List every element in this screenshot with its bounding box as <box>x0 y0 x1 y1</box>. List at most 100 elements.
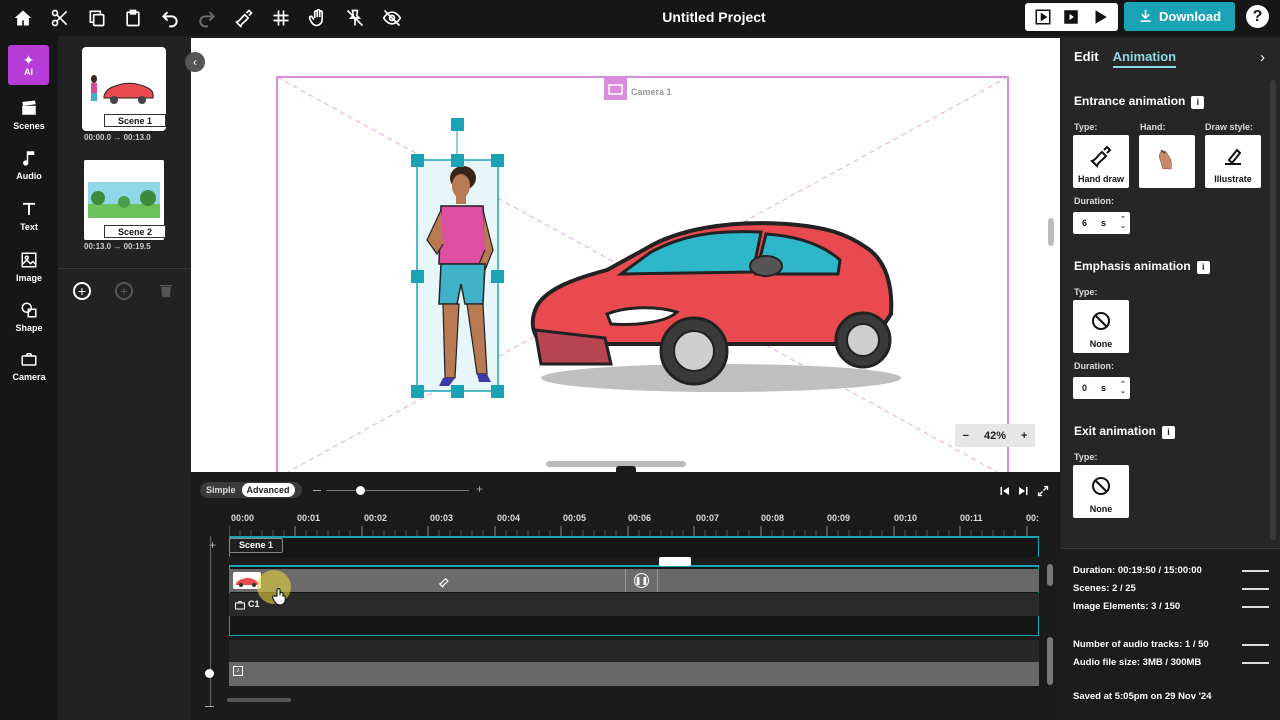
entrance-duration-input[interactable]: 6 s ⌃ ⌄ <box>1073 212 1130 234</box>
hide-icon[interactable] <box>380 6 404 30</box>
emphasis-pause-block[interactable]: ❚❚ <box>625 569 658 592</box>
element-track[interactable]: ❚❚ <box>229 569 1039 592</box>
download-button[interactable]: Download <box>1124 2 1235 31</box>
project-stats: Duration: 00:19:50 / 15:00:00 Scenes: 2 … <box>1061 548 1280 720</box>
timeline-zoom-thumb[interactable] <box>356 486 365 495</box>
nav-audio[interactable]: Audio <box>0 142 58 188</box>
mode-toggle[interactable]: Simple Advanced <box>200 482 302 498</box>
preview-scene-icon[interactable] <box>1032 6 1054 28</box>
woman-figure <box>416 159 499 392</box>
entrance-hand-label: Hand: <box>1140 122 1166 132</box>
delete-scene-icon[interactable] <box>158 283 174 304</box>
add-scene-icon[interactable]: + <box>73 282 91 300</box>
mode-simple[interactable]: Simple <box>200 485 242 495</box>
vertical-zoom-thumb[interactable] <box>205 669 214 678</box>
cut-icon[interactable] <box>48 6 72 30</box>
zoom-minus-icon[interactable] <box>313 490 321 491</box>
nav-scenes-label: Scenes <box>13 121 45 131</box>
tab-edit[interactable]: Edit <box>1074 49 1099 68</box>
info-icon[interactable]: i <box>1196 261 1210 274</box>
timeline-resize-handle[interactable] <box>616 466 636 473</box>
hand-image-icon <box>1155 147 1179 173</box>
draw-style-option[interactable]: Illustrate <box>1205 135 1261 188</box>
help-button[interactable]: ? <box>1246 5 1269 28</box>
audio-clip-icon: ♪ <box>233 666 243 676</box>
unpin-icon[interactable] <box>343 6 367 30</box>
hand-draw-icon[interactable] <box>232 6 256 30</box>
zoom-in-button[interactable]: + <box>1021 430 1027 442</box>
emphasis-duration-label: Duration: <box>1074 361 1114 371</box>
timeline-scene-tag[interactable]: Scene 1 <box>229 538 283 553</box>
zoom-plus-icon[interactable]: + <box>476 482 483 496</box>
tick-10: 00:10 <box>894 513 918 523</box>
info-icon[interactable]: i <box>1191 96 1205 109</box>
skip-start-icon[interactable] <box>999 484 1011 502</box>
emphasis-type-option[interactable]: None <box>1073 300 1129 353</box>
collapse-panel-button[interactable]: ‹ <box>185 52 205 72</box>
canvas-v-scroll <box>1048 218 1054 246</box>
playhead-track[interactable] <box>229 557 1039 567</box>
grid-icon[interactable] <box>269 6 293 30</box>
nav-image[interactable]: Image <box>0 244 58 290</box>
camera-label: Camera 1 <box>631 87 672 97</box>
paste-icon[interactable] <box>121 6 145 30</box>
preview-from-here-icon[interactable] <box>1060 6 1082 28</box>
emphasis-type-value: None <box>1089 339 1113 349</box>
stat-audio-size: Audio file size: 3MB / 300MB <box>1073 657 1202 668</box>
timeline-h-scroll[interactable] <box>227 698 291 702</box>
timeline-zoom-slider[interactable] <box>326 490 469 491</box>
scene-2-start: 00:13.0 <box>84 242 112 251</box>
play-icon[interactable] <box>1089 6 1111 28</box>
expand-icon[interactable] <box>1037 484 1049 502</box>
redo-icon[interactable] <box>195 6 219 30</box>
pan-hand-icon[interactable] <box>306 6 330 30</box>
info-icon[interactable]: i <box>1162 426 1176 439</box>
tick-8: 00:08 <box>761 513 785 523</box>
undo-icon[interactable] <box>158 6 182 30</box>
entrance-type-value: Hand draw <box>1077 174 1124 184</box>
tick-6: 00:06 <box>628 513 652 523</box>
music-note-icon <box>20 149 38 169</box>
camera-track[interactable]: C1 <box>229 593 1039 616</box>
mode-advanced[interactable]: Advanced <box>241 483 295 497</box>
skip-end-icon[interactable] <box>1017 484 1029 502</box>
stepper-icon[interactable]: ⌃ ⌄ <box>1120 216 1126 230</box>
hand-option[interactable] <box>1139 135 1195 188</box>
shape-icon <box>20 301 38 321</box>
home-icon[interactable] <box>11 6 35 30</box>
duplicate-scene-icon[interactable]: + <box>115 282 133 300</box>
zoom-out-button[interactable]: − <box>963 430 969 442</box>
chevron-right-icon[interactable]: › <box>1260 49 1265 66</box>
properties-scrollbar[interactable] <box>1270 80 1276 540</box>
camera-badge-icon <box>604 78 627 100</box>
nav-text[interactable]: Text <box>0 193 58 239</box>
ai-button[interactable]: ✦ AI <box>8 45 49 85</box>
entrance-type-label: Type: <box>1074 122 1098 132</box>
exit-type-option[interactable]: None <box>1073 465 1129 518</box>
canvas[interactable]: Camera 1 <box>191 38 1060 498</box>
stat-audio-tracks: Number of audio tracks: 1 / 50 <box>1073 639 1209 650</box>
emphasis-duration-input[interactable]: 0 s ⌃ ⌄ <box>1073 377 1130 399</box>
timeline-v-scroll[interactable] <box>1047 637 1053 685</box>
image-icon <box>20 251 38 271</box>
copy-icon[interactable] <box>85 6 109 30</box>
tab-animation[interactable]: Animation <box>1112 49 1177 68</box>
zoom-level[interactable]: 42% <box>984 430 1006 442</box>
timeline-v-scroll-top[interactable] <box>1047 564 1053 586</box>
nav-image-label: Image <box>15 273 42 283</box>
entrance-type-option[interactable]: Hand draw <box>1073 135 1129 188</box>
audio-track[interactable]: ♪ <box>229 662 1039 686</box>
vertical-zoom-track <box>209 536 211 706</box>
vertical-zoom-minus[interactable] <box>205 706 214 707</box>
emphasis-animation-title: Emphasis animation i <box>1074 259 1210 274</box>
playhead-marker[interactable] <box>659 557 691 566</box>
project-title[interactable]: Untitled Project <box>600 9 828 25</box>
camera-track-label: C1 <box>248 599 260 609</box>
none-icon <box>1089 309 1113 335</box>
stepper-icon[interactable]: ⌃ ⌄ <box>1120 381 1126 395</box>
nav-camera[interactable]: Camera <box>0 343 58 389</box>
nav-shape[interactable]: Shape <box>0 294 58 340</box>
nav-scenes[interactable]: Scenes <box>0 92 58 138</box>
tick-5: 00:05 <box>563 513 587 523</box>
timeline-ruler[interactable]: 00:00 00:01 00:02 00:03 00:04 00:05 00:0… <box>229 510 1039 536</box>
